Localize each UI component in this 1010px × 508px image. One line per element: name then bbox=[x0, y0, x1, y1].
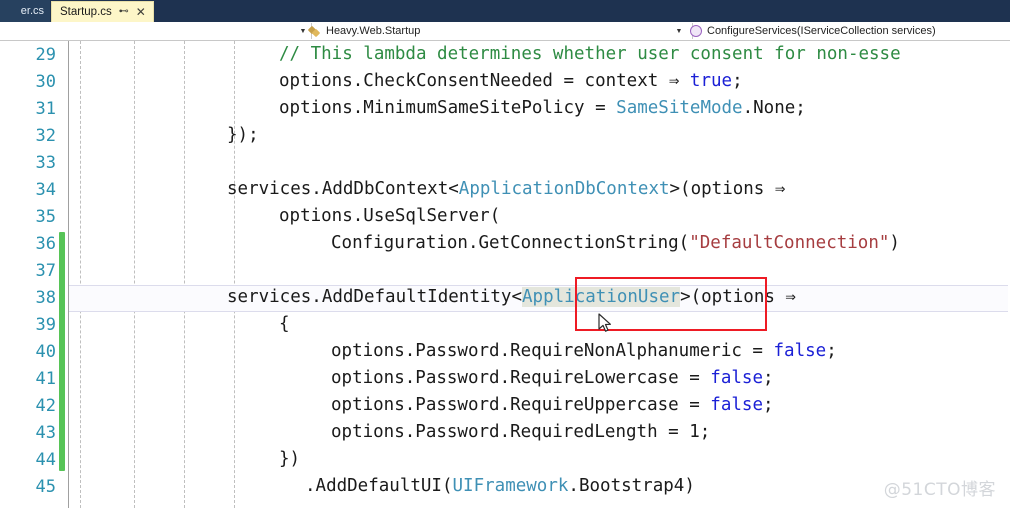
code-token: ⇒ bbox=[774, 179, 786, 199]
line-number: 34 bbox=[35, 180, 56, 200]
code-token: options.Password.RequiredLength = 1; bbox=[331, 422, 711, 442]
method-icon bbox=[690, 25, 702, 37]
line-number: 36 bbox=[35, 234, 56, 254]
code-token: { bbox=[279, 314, 290, 334]
code-token: .None; bbox=[742, 98, 806, 118]
code-token: options.Password.RequireNonAlphanumeric … bbox=[331, 341, 774, 361]
code-token: ) bbox=[889, 233, 900, 253]
navbar-project-dropdown[interactable] bbox=[0, 22, 306, 40]
pin-icon[interactable]: ⊷ bbox=[119, 7, 129, 17]
navbar-type-dropdown[interactable]: Heavy.Web.Startup bbox=[308, 22, 688, 40]
tab-active-label: Startup.cs bbox=[60, 6, 112, 18]
code-line-38[interactable]: services.AddDefaultIdentity<ApplicationU… bbox=[227, 284, 796, 311]
line-number: 29 bbox=[35, 45, 56, 65]
line-number: 41 bbox=[35, 369, 56, 389]
code-line-36[interactable]: Configuration.GetConnectionString("Defau… bbox=[331, 230, 900, 257]
code-token: Configuration.GetConnectionString( bbox=[331, 233, 690, 253]
line-number: 35 bbox=[35, 207, 56, 227]
line-number: 43 bbox=[35, 423, 56, 443]
navbar-member-dropdown[interactable]: ConfigureServices(IServiceCollection ser… bbox=[690, 22, 1010, 40]
code-line-45[interactable]: .AddDefaultUI(UIFramework.Bootstrap4) bbox=[305, 473, 695, 500]
indent-guide-2 bbox=[184, 41, 185, 508]
chevron-down-icon-type[interactable]: ▼ bbox=[672, 22, 686, 40]
line-number: 32 bbox=[35, 126, 56, 146]
code-token: UIFramework bbox=[452, 476, 569, 496]
code-line-32[interactable]: }); bbox=[227, 122, 259, 149]
code-token: ; bbox=[732, 71, 743, 91]
code-token: }) bbox=[279, 449, 301, 469]
code-token: }); bbox=[227, 125, 259, 145]
highlighted-symbol: ApplicationUser bbox=[522, 287, 681, 307]
code-token: options.MinimumSameSitePolicy = bbox=[279, 98, 617, 118]
code-token: SameSiteMode bbox=[616, 98, 743, 118]
line-number: 39 bbox=[35, 315, 56, 335]
code-line-43[interactable]: options.Password.RequiredLength = 1; bbox=[331, 419, 710, 446]
code-line-40[interactable]: options.Password.RequireNonAlphanumeric … bbox=[331, 338, 837, 365]
code-token: ⇒ bbox=[668, 71, 680, 91]
code-line-30[interactable]: options.CheckConsentNeeded = context ⇒ t… bbox=[279, 68, 743, 95]
line-number: 45 bbox=[35, 477, 56, 497]
code-token: options.Password.RequireLowercase = bbox=[331, 368, 711, 388]
code-token: false bbox=[710, 368, 763, 388]
code-token: ; bbox=[762, 395, 774, 415]
namespace-icon bbox=[308, 25, 321, 38]
line-number: 33 bbox=[35, 153, 56, 173]
line-number: 31 bbox=[35, 99, 56, 119]
code-token: ⇒ bbox=[785, 287, 796, 307]
code-line-29[interactable]: // This lambda determines whether user c… bbox=[279, 41, 901, 68]
line-number: 38 bbox=[35, 288, 56, 308]
code-token: ; bbox=[762, 368, 774, 388]
editor-tab-strip: er.cs Startup.cs ⊷ ✕ bbox=[0, 0, 1010, 22]
indent-guide-1 bbox=[134, 41, 135, 508]
line-number: 44 bbox=[35, 450, 56, 470]
visual-studio-editor-window: er.cs Startup.cs ⊷ ✕ ▼ Heavy.Web.Startup… bbox=[0, 0, 1010, 508]
tab-inactive-partial[interactable]: er.cs bbox=[0, 0, 50, 22]
code-token: // This lambda determines whether user c… bbox=[279, 44, 901, 64]
code-token: ; bbox=[826, 341, 837, 361]
navbar-member-label: ConfigureServices(IServiceCollection ser… bbox=[707, 25, 936, 37]
code-token: ApplicationDbContext bbox=[458, 179, 670, 199]
watermark-text: @51CTO博客 bbox=[883, 480, 996, 500]
line-number-gutter: 29 30 31 32 33 34 35 36 37 38 39 40 41 42 43 44 45 bbox=[0, 41, 68, 508]
code-token: >(options bbox=[669, 179, 775, 199]
code-line-41[interactable]: options.Password.RequireLowercase = fals… bbox=[331, 365, 774, 392]
code-line-31[interactable]: options.MinimumSameSitePolicy = SameSite… bbox=[279, 95, 806, 122]
code-line-44[interactable]: }) bbox=[279, 446, 300, 473]
code-editor[interactable]: 29 30 31 32 33 34 35 36 37 38 39 40 41 42 43 44 45 // Th… bbox=[0, 41, 1010, 508]
indent-guide-0 bbox=[80, 41, 81, 508]
line-number: 40 bbox=[35, 342, 56, 362]
code-text-area[interactable]: // This lambda determines whether user c… bbox=[69, 41, 1010, 508]
line-number: 37 bbox=[35, 261, 56, 281]
code-token: false bbox=[710, 395, 763, 415]
code-token: .Bootstrap4) bbox=[568, 476, 695, 496]
code-line-35[interactable]: options.UseSqlServer( bbox=[279, 203, 500, 230]
navigation-bar: ▼ Heavy.Web.Startup ▼ ConfigureServices(… bbox=[0, 22, 1010, 41]
code-token: options.CheckConsentNeeded = context bbox=[279, 71, 669, 91]
line-number: 30 bbox=[35, 72, 56, 92]
code-token: "DefaultConnection" bbox=[689, 233, 890, 253]
code-token: .AddDefaultUI( bbox=[305, 476, 453, 496]
code-line-42[interactable]: options.Password.RequireUppercase = fals… bbox=[331, 392, 774, 419]
code-token: true bbox=[689, 71, 733, 91]
code-line-39[interactable]: { bbox=[279, 311, 290, 338]
code-token: false bbox=[773, 341, 827, 361]
code-token: services.AddDbContext< bbox=[227, 179, 459, 199]
code-token: >(options bbox=[680, 287, 786, 307]
line-number: 42 bbox=[35, 396, 56, 416]
tab-startup-cs[interactable]: Startup.cs ⊷ ✕ bbox=[51, 1, 154, 22]
code-token: services.AddDefaultIdentity< bbox=[227, 287, 523, 307]
code-token: options.UseSqlServer( bbox=[279, 206, 501, 226]
code-token: options.Password.RequireUppercase = bbox=[331, 395, 711, 415]
code-line-34[interactable]: services.AddDbContext<ApplicationDbConte… bbox=[227, 176, 785, 203]
navbar-type-label: Heavy.Web.Startup bbox=[326, 25, 421, 37]
unsaved-change-bar bbox=[59, 232, 65, 471]
indent-guide-3 bbox=[234, 41, 235, 508]
close-icon[interactable]: ✕ bbox=[136, 6, 146, 18]
tab-inactive-label: er.cs bbox=[20, 5, 44, 17]
